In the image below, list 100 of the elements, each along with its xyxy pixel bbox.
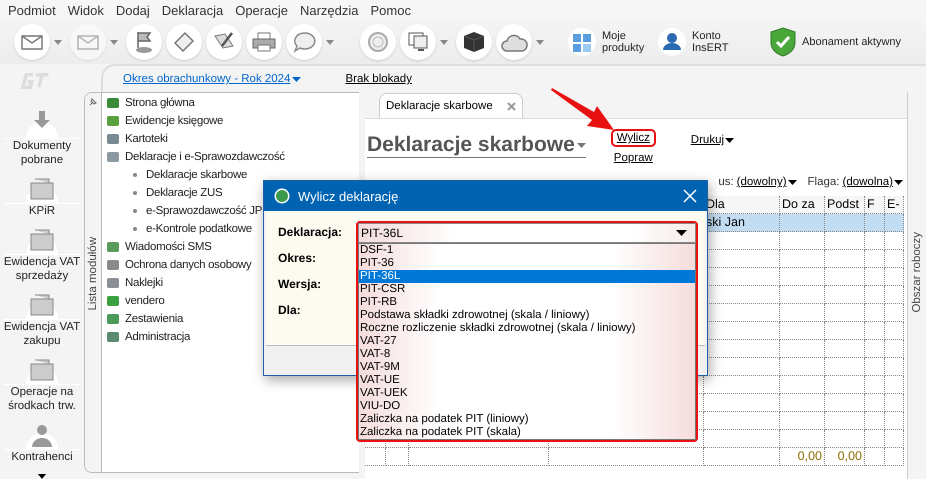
caret-icon[interactable] <box>440 40 448 44</box>
filter-dropdown[interactable]: (dowolny) <box>736 176 797 188</box>
person-icon <box>658 28 686 56</box>
table-cell <box>780 232 825 250</box>
caret-icon <box>725 138 734 142</box>
column-header[interactable]: Do za <box>780 196 825 214</box>
table-cell <box>825 376 865 394</box>
table-cell <box>780 376 825 394</box>
pin-icon[interactable] <box>88 97 98 107</box>
menu-item[interactable]: Widok <box>62 2 109 18</box>
dropdown-option[interactable]: VAT-UE <box>359 374 695 387</box>
toolbar-button[interactable] <box>126 24 162 60</box>
dropdown-option[interactable]: VAT-8 <box>359 348 695 361</box>
nav-item[interactable]: Kontrahenci <box>0 419 84 464</box>
dropdown-option[interactable]: VIU-DO <box>359 400 695 413</box>
caret-icon <box>894 180 903 184</box>
printer-icon <box>251 31 277 53</box>
table-cell <box>780 358 825 376</box>
caret-icon[interactable] <box>326 40 334 44</box>
table-cell <box>865 376 885 394</box>
menu-item[interactable]: Operacje <box>230 2 293 18</box>
table-cell <box>865 322 885 340</box>
page-title[interactable]: Deklaracje skarbowe <box>367 133 586 158</box>
total-cell: 0,00 <box>780 448 825 466</box>
action-link[interactable]: Popraw <box>608 149 659 167</box>
caret-icon <box>788 180 797 184</box>
dropdown-option[interactable]: PIT-36L <box>359 270 695 283</box>
table-cell <box>865 304 885 322</box>
tree-item[interactable]: Administracja <box>106 328 285 346</box>
tree-item[interactable]: Strona główna <box>106 94 285 112</box>
menu-item[interactable]: Deklaracja <box>156 2 228 18</box>
lock-link[interactable]: Brak blokady <box>345 73 412 85</box>
table-cell <box>885 358 904 376</box>
table-cell <box>825 286 865 304</box>
dialog-title: Wylicz deklarację <box>298 188 398 204</box>
field-label: Okres: <box>278 251 316 265</box>
nav-item[interactable]: Operacje na środkach trw. <box>0 354 84 414</box>
column-header[interactable]: Podst <box>825 196 865 214</box>
dropdown-field[interactable]: PIT-36L <box>358 223 696 243</box>
nav-item[interactable]: KPiR <box>0 173 84 218</box>
column-header[interactable]: E- <box>885 196 904 214</box>
action-link[interactable]: Drukuj <box>684 131 740 149</box>
tree-item[interactable]: Kartoteki <box>106 130 285 148</box>
cube-icon <box>462 30 486 54</box>
tab[interactable]: Deklaracje skarbowe <box>379 93 523 118</box>
close-icon[interactable] <box>506 102 516 110</box>
table-cell <box>386 448 409 466</box>
action-link[interactable]: Wylicz <box>610 129 656 147</box>
nav-item[interactable]: Ewidencja VAT zakupu <box>0 289 84 348</box>
filter-dropdown[interactable]: (dowolna) <box>842 176 903 188</box>
table-cell <box>885 394 904 412</box>
tree-item[interactable]: e-Sprawozdawczość JP <box>106 202 285 220</box>
table-cell <box>825 268 865 286</box>
toolbar-button[interactable] <box>400 24 436 60</box>
dropdown-option[interactable]: VAT-9M <box>359 361 695 374</box>
menu-item[interactable]: Pomoc <box>366 2 416 18</box>
table-cell <box>885 286 904 304</box>
dropdown-option[interactable]: PIT-RB <box>359 296 695 309</box>
down-triangle-icon[interactable] <box>36 474 48 479</box>
toolbar-button[interactable] <box>246 24 282 60</box>
menu-item[interactable]: Podmiot <box>3 2 61 18</box>
speech-bubble-icon <box>292 31 316 53</box>
table-cell <box>865 448 885 466</box>
bullet-icon <box>133 173 137 177</box>
dropdown-option[interactable]: Zaliczka na podatek PIT (liniowy) <box>359 413 695 426</box>
table-cell <box>885 322 904 340</box>
tree-item[interactable]: Ewidencje księgowe <box>106 112 285 130</box>
tree-item[interactable]: Deklaracje skarbowe <box>106 166 285 184</box>
toolbar-button[interactable] <box>206 24 242 60</box>
table-cell <box>865 232 885 250</box>
toolbar-button[interactable]: Konto InsERT <box>654 28 740 56</box>
nav-item[interactable]: Ewidencja VAT sprzedaży <box>0 224 84 284</box>
table-cell <box>365 448 386 466</box>
table-cell <box>780 394 825 412</box>
dropdown-option[interactable]: Zaliczka na podatek PIT (skala) <box>359 426 695 439</box>
dropdown-option[interactable]: VAT-UEK <box>359 387 695 400</box>
field-label: Dla: <box>278 303 301 317</box>
caret-icon[interactable] <box>536 40 544 44</box>
panel-title: Obszar roboczy <box>911 232 923 313</box>
dropdown-option[interactable]: PIT-36 <box>359 257 695 270</box>
dropdown-option[interactable]: DSF-1 <box>359 244 695 257</box>
dropdown-option[interactable]: PIT-CSR <box>359 283 695 296</box>
nav-item[interactable]: Dokumenty pobrane <box>0 108 84 168</box>
toolbar-button[interactable] <box>456 24 492 60</box>
dropdown-option[interactable]: Roczne rozliczenie składki zdrowotnej (skala / liniowy) <box>359 322 695 335</box>
caret-icon[interactable] <box>110 40 118 44</box>
table-cell <box>885 268 904 286</box>
dropdown-option[interactable]: Podstawa składki zdrowotnej (skala / liniowy) <box>359 309 695 322</box>
period-link[interactable]: Okres obrachunkowy - Rok 2024 <box>123 73 302 85</box>
tree-item[interactable]: Deklaracje ZUS <box>106 184 285 202</box>
monitor-icon <box>406 30 430 54</box>
toolbar-button[interactable]: Moje produkty <box>564 28 654 56</box>
menu-item[interactable]: Narzędzia <box>294 2 364 18</box>
table-cell <box>885 340 904 358</box>
tree-item[interactable]: Deklaracje i e-Sprawozdawczość <box>106 148 285 166</box>
toolbar-button[interactable]: Abonament aktywny <box>766 27 906 57</box>
dropdown-option[interactable]: VAT-27 <box>359 335 695 348</box>
menu-item[interactable]: Dodaj <box>110 2 155 18</box>
caret-icon[interactable] <box>54 40 62 44</box>
column-header[interactable]: F <box>865 196 885 214</box>
